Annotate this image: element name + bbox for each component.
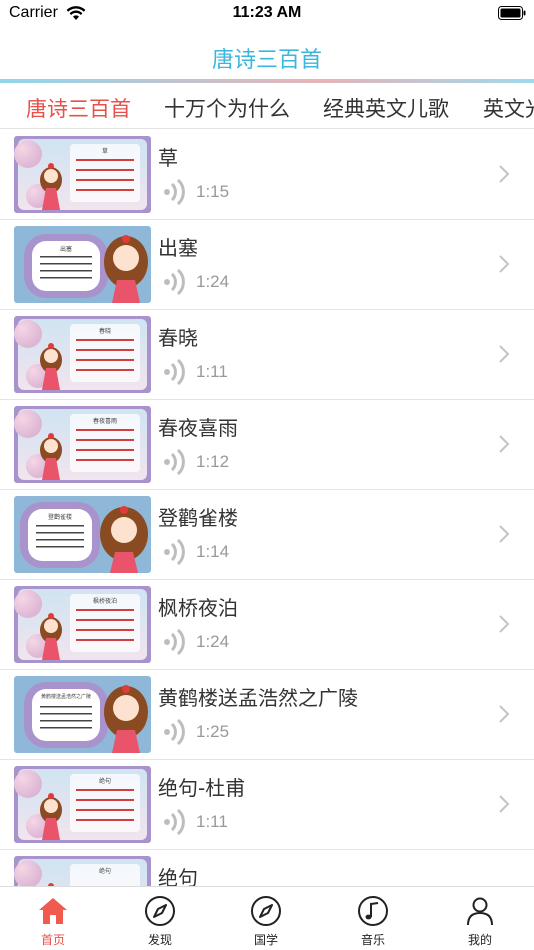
poem-thumbnail: 草 — [14, 136, 151, 213]
bottom-tab-music[interactable]: 音乐 — [333, 887, 413, 950]
poem-title: 春夜喜雨 — [158, 416, 238, 440]
speaker-icon — [164, 629, 185, 655]
bottom-tab-label: 音乐 — [360, 933, 385, 947]
category-tab-bar: 唐诗三百首 十万个为什么 经典英文儿歌 英文光 — [0, 83, 534, 129]
poem-thumbnail: 枫桥夜泊 — [14, 586, 151, 663]
list-item[interactable]: 春夜喜雨 春夜喜雨 1:12 — [0, 400, 534, 490]
chevron-right-icon — [499, 345, 510, 363]
speaker-icon — [164, 719, 185, 745]
list-item[interactable]: 黄鹤楼送孟浩然之广陵 黄鹤楼送孟浩然之广陵 1:25 — [0, 670, 534, 760]
chevron-right-icon — [499, 435, 510, 453]
bottom-tab-guoxue[interactable]: 国学 — [226, 887, 306, 950]
poem-duration: 1:24 — [196, 272, 230, 291]
user-icon — [467, 897, 493, 926]
speaker-icon — [164, 539, 185, 565]
chevron-right-icon — [499, 165, 510, 183]
poem-title: 出塞 — [158, 236, 198, 260]
list-item[interactable]: 春晓 春晓 1:11 — [0, 310, 534, 400]
list-item[interactable]: 绝句 绝句 — [0, 850, 534, 886]
poem-thumbnail: 春夜喜雨 — [14, 406, 151, 483]
bottom-tab-label: 国学 — [253, 933, 278, 947]
status-bar: Carrier 11:23 AM — [0, 0, 534, 28]
poem-list: 草 草 1:15 出塞 出塞 1:24 春晓 春晓 1:11 春夜喜雨 春夜喜雨… — [0, 130, 534, 886]
list-item[interactable]: 出塞 出塞 1:24 — [0, 220, 534, 310]
poem-thumbnail: 绝句 — [14, 766, 151, 843]
list-item[interactable]: 绝句 绝句-杜甫 1:11 — [0, 760, 534, 850]
list-item[interactable]: 草 草 1:15 — [0, 130, 534, 220]
chevron-right-icon — [499, 795, 510, 813]
chevron-right-icon — [499, 615, 510, 633]
poem-thumbnail: 春晓 — [14, 316, 151, 393]
poem-thumbnail: 黄鹤楼送孟浩然之广陵 — [14, 676, 151, 753]
poem-thumbnail: 登鹳雀楼 — [14, 496, 151, 573]
tab-english-nursery-rhymes[interactable]: 经典英文儿歌 — [323, 93, 449, 123]
compass-icon — [145, 896, 175, 926]
poem-duration: 1:15 — [196, 182, 230, 201]
speaker-icon — [164, 449, 185, 475]
thumb-caption: 绝句 — [99, 777, 111, 785]
compass-icon — [251, 896, 281, 926]
status-time: 11:23 AM — [232, 4, 302, 21]
bottom-tab-label: 首页 — [40, 933, 65, 947]
speaker-icon — [164, 359, 185, 385]
chevron-right-icon — [499, 525, 510, 543]
poem-duration: 1:11 — [196, 362, 228, 381]
poem-thumbnail: 出塞 — [14, 226, 151, 303]
tab-hundred-thousand-whys[interactable]: 十万个为什么 — [164, 93, 290, 123]
thumb-caption: 绝句 — [99, 867, 111, 875]
chevron-right-icon — [499, 255, 510, 273]
poem-title: 黄鹤楼送孟浩然之广陵 — [158, 686, 358, 710]
thumb-caption: 出塞 — [60, 245, 72, 253]
speaker-icon — [164, 269, 185, 295]
poem-thumbnail: 绝句 — [14, 856, 151, 886]
poem-duration: 1:14 — [196, 542, 230, 561]
list-item[interactable]: 枫桥夜泊 枫桥夜泊 1:24 — [0, 580, 534, 670]
chevron-right-icon — [499, 705, 510, 723]
bottom-tab-profile[interactable]: 我的 — [440, 887, 520, 950]
poem-title: 绝句-杜甫 — [158, 776, 246, 800]
thumb-caption: 春晓 — [99, 327, 111, 335]
battery-icon — [498, 6, 526, 20]
list-item[interactable]: 登鹳雀楼 登鹳雀楼 1:14 — [0, 490, 534, 580]
poem-title: 枫桥夜泊 — [158, 596, 238, 620]
poem-title: 春晓 — [158, 326, 198, 350]
thumb-caption: 草 — [102, 147, 108, 155]
nav-bar: 唐诗三百首 — [0, 28, 534, 80]
bottom-tab-discover[interactable]: 发现 — [120, 887, 200, 950]
poem-title: 绝句 — [158, 866, 198, 886]
tab-tang-poems[interactable]: 唐诗三百首 — [26, 93, 131, 123]
page-title: 唐诗三百首 — [211, 48, 322, 73]
bottom-tab-label: 发现 — [147, 933, 172, 947]
speaker-icon — [164, 179, 185, 205]
bottom-tab-label: 我的 — [467, 933, 492, 947]
poem-duration: 1:12 — [196, 452, 230, 471]
bottom-tab-bar: 首页 发现 国学 音乐 我的 — [0, 886, 534, 950]
thumb-caption: 春夜喜雨 — [93, 417, 117, 425]
thumb-caption: 登鹳雀楼 — [48, 513, 72, 521]
poem-duration: 1:25 — [196, 722, 230, 741]
poem-title: 登鹳雀楼 — [158, 506, 238, 530]
music-note-icon — [358, 896, 388, 926]
poem-title: 草 — [158, 146, 178, 170]
tab-english-more[interactable]: 英文光 — [483, 93, 534, 123]
speaker-icon — [164, 809, 185, 835]
poem-duration: 1:24 — [196, 632, 230, 651]
bottom-tab-home[interactable]: 首页 — [13, 887, 93, 950]
home-icon — [39, 898, 67, 924]
thumb-caption: 枫桥夜泊 — [93, 597, 117, 605]
thumb-caption: 黄鹤楼送孟浩然之广陵 — [41, 693, 91, 700]
poem-duration: 1:11 — [196, 812, 228, 831]
